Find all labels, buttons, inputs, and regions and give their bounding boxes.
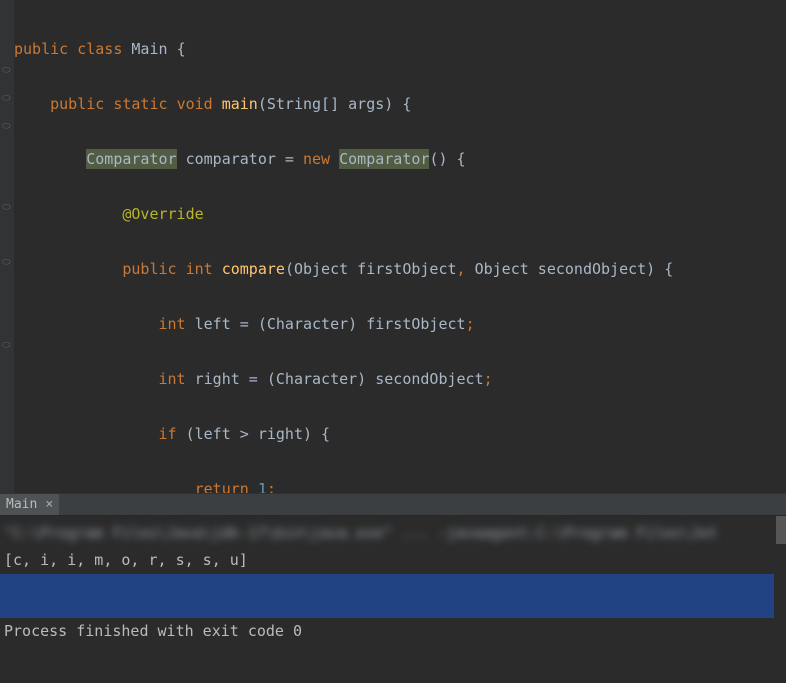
console-scrollbar[interactable] (776, 516, 786, 683)
number: 1 (258, 480, 267, 494)
keyword: int (159, 370, 186, 388)
keyword: class (77, 40, 122, 58)
keyword: void (177, 95, 213, 113)
highlighted-type: Comparator (339, 149, 429, 169)
class-name: Main (131, 40, 167, 58)
param: (Object firstObject (285, 260, 457, 278)
semicolon: ; (466, 315, 475, 333)
code-editor[interactable]: ⬭ ⬭ ⬭ ⬭ ⬭ ⬭ public class Main { public s… (0, 0, 786, 493)
identifier: left = (Character) firstObject (186, 315, 466, 333)
keyword: new (303, 150, 330, 168)
keyword: int (186, 260, 213, 278)
annotation: @Override (122, 205, 203, 223)
keyword: public (122, 260, 176, 278)
highlighted-type: Comparator (86, 149, 176, 169)
tail: () { (429, 150, 465, 168)
identifier: right = (Character) secondObject (186, 370, 484, 388)
console-command-line: "C:\Program Files\Java\jdk-17\bin\java.e… (0, 516, 786, 547)
params: (String[] args) { (258, 95, 412, 113)
console-selection (0, 574, 774, 618)
semicolon: ; (484, 370, 493, 388)
keyword: return (195, 480, 249, 494)
space (249, 480, 258, 494)
brace: { (177, 40, 186, 58)
tab-label: Main (6, 497, 37, 512)
editor-gutter: ⬭ ⬭ ⬭ ⬭ ⬭ ⬭ (0, 0, 14, 493)
console-output-line: [c, i, i, m, o, r, s, s, u] (0, 547, 786, 574)
keyword: public (14, 40, 68, 58)
gutter-marker: ⬭ (2, 203, 12, 213)
console-tab-main[interactable]: Main × (0, 494, 59, 515)
gutter-marker: ⬭ (2, 94, 12, 104)
param: Object secondObject) { (466, 260, 674, 278)
gutter-marker: ⬭ (2, 66, 12, 76)
scrollbar-thumb[interactable] (776, 516, 786, 544)
keyword: if (159, 425, 177, 443)
method-name: main (222, 95, 258, 113)
code-content[interactable]: public class Main { public static void m… (14, 0, 786, 493)
keyword: int (159, 315, 186, 333)
gutter-marker: ⬭ (2, 341, 12, 351)
keyword: public (50, 95, 104, 113)
comma: , (457, 260, 466, 278)
condition: (left > right) { (177, 425, 331, 443)
console-tab-bar: Main × (0, 493, 786, 516)
close-icon[interactable]: × (45, 497, 53, 512)
run-console[interactable]: "C:\Program Files\Java\jdk-17\bin\java.e… (0, 516, 786, 683)
gutter-marker: ⬭ (2, 122, 12, 132)
method-name: compare (222, 260, 285, 278)
identifier: comparator = (177, 150, 303, 168)
console-exit-line: Process finished with exit code 0 (0, 618, 786, 645)
keyword: static (113, 95, 167, 113)
semicolon: ; (267, 480, 276, 494)
gutter-marker: ⬭ (2, 258, 12, 268)
